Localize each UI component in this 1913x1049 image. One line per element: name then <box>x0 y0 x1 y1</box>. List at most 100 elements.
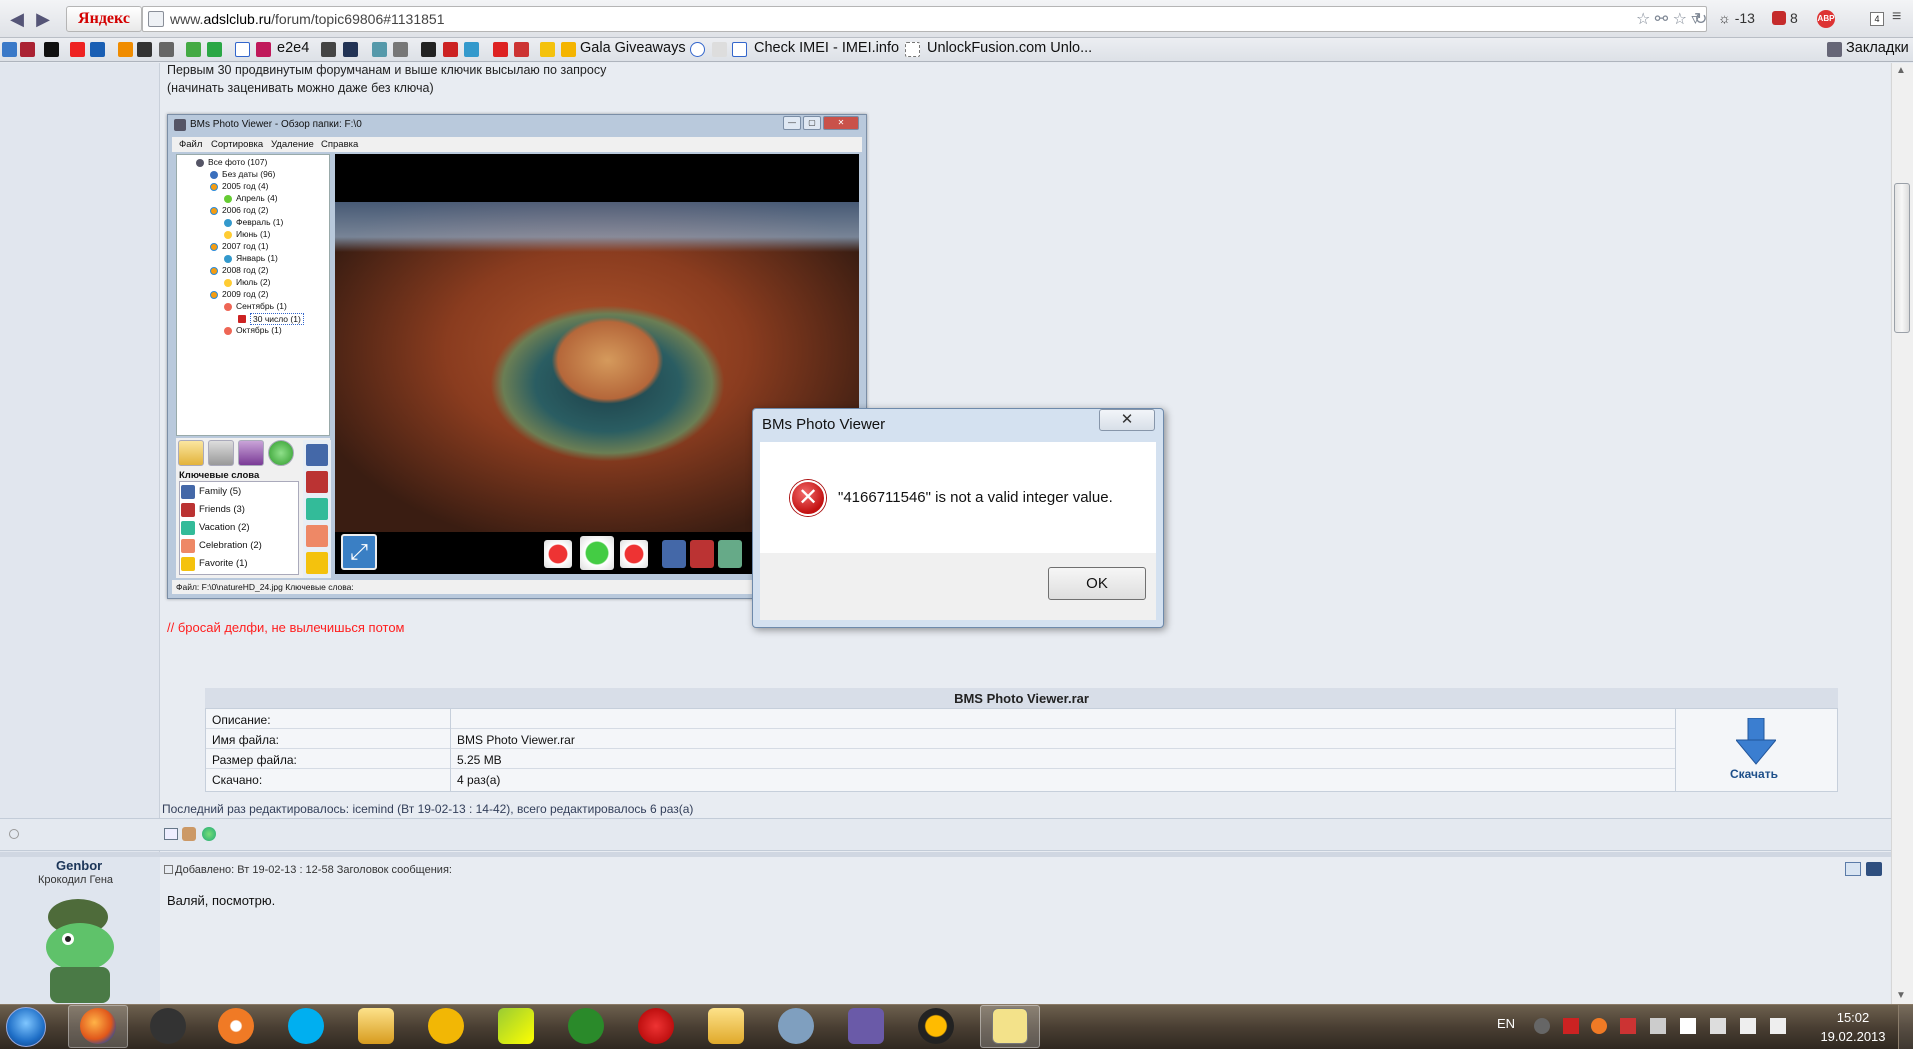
bookmark-ship-icon[interactable] <box>343 42 358 57</box>
network-icon[interactable] <box>1740 1018 1756 1034</box>
notification-icon[interactable] <box>1710 1018 1726 1034</box>
ufo-app-icon[interactable] <box>778 1008 814 1044</box>
bookmark-dark-icon[interactable] <box>44 42 59 57</box>
reload-icon[interactable]: ↻ <box>1694 9 1707 29</box>
post-icon <box>164 865 173 874</box>
bookmark-m-icon[interactable] <box>90 42 105 57</box>
volume-icon[interactable] <box>1770 1018 1786 1034</box>
bookmark-w-icon[interactable] <box>443 42 458 57</box>
bookmark-dx-icon[interactable] <box>464 42 479 57</box>
bookmark-blogger-icon[interactable] <box>118 42 133 57</box>
app-icon <box>174 119 186 131</box>
bookmark-youtube-icon[interactable] <box>70 42 85 57</box>
show-desktop-button[interactable] <box>1898 1005 1913 1049</box>
bookmark-lion-icon[interactable] <box>20 42 35 57</box>
friends-icon <box>181 503 195 517</box>
bookmark-g-icon[interactable] <box>137 42 152 57</box>
bookmark-nine-icon[interactable] <box>690 42 705 57</box>
forward-icon[interactable]: ▶ <box>32 8 54 30</box>
scroll-down-icon[interactable]: ▼ <box>1896 990 1906 1001</box>
bookmarks-folder-icon[interactable] <box>1827 42 1842 57</box>
utorrent-icon[interactable] <box>568 1008 604 1044</box>
weather-widget[interactable]: ☼ -13 <box>1718 10 1755 26</box>
pm-icon[interactable] <box>182 827 196 841</box>
bookmark-tag-icon[interactable] <box>159 42 174 57</box>
bookmark-e-icon[interactable] <box>256 42 271 57</box>
edit-icon[interactable] <box>1866 862 1882 876</box>
ccleaner-tray-icon[interactable] <box>1620 1018 1636 1034</box>
download-arrow-icon[interactable] <box>1736 718 1776 766</box>
tab-count-badge[interactable]: 4 <box>1870 12 1884 26</box>
url-path: /forum/topic69806#1131851 <box>271 11 445 27</box>
menu-icon[interactable]: ≡ <box>1892 8 1901 26</box>
miranda-icon[interactable] <box>498 1008 534 1044</box>
bookmark-settings-icon[interactable] <box>2 42 17 57</box>
flag-icon[interactable] <box>1680 1018 1696 1034</box>
keyword-item: Favorite (1) <box>199 558 248 569</box>
bookmark-imei-icon[interactable] <box>732 42 747 57</box>
bookmark-unlockfusion[interactable]: UnlockFusion.com Unlo... <box>927 40 1092 56</box>
bookmark-rose-icon[interactable] <box>514 42 529 57</box>
qip-icon[interactable] <box>428 1008 464 1044</box>
mail-widget[interactable]: 8 <box>1772 10 1798 26</box>
bookmark-unlock-icon[interactable] <box>905 42 920 57</box>
adblock-icon[interactable]: ABP <box>1817 10 1835 28</box>
site-identity-icon[interactable] <box>148 11 164 27</box>
bms-photo-viewer-icon[interactable] <box>992 1008 1028 1044</box>
bookmarks-folder[interactable]: Закладки <box>1846 40 1909 56</box>
quote-icon[interactable] <box>1845 862 1861 876</box>
bookmark-gala-star-icon[interactable] <box>561 42 576 57</box>
ccleaner-icon[interactable] <box>638 1008 674 1044</box>
bookmark-dns-icon[interactable] <box>235 42 250 57</box>
kaspersky-tray-icon[interactable] <box>1563 1018 1579 1034</box>
bookmark-globe-icon[interactable] <box>372 42 387 57</box>
origin-tray-icon[interactable] <box>1591 1018 1607 1034</box>
bookmark-circle-icon[interactable] <box>393 42 408 57</box>
system-clock[interactable]: 15:02 19.02.2013 <box>1818 1008 1888 1046</box>
visual-studio-icon[interactable] <box>848 1008 884 1044</box>
error-icon-glyph: ✕ <box>797 484 819 511</box>
post-body: Валяй, посмотрю. <box>167 893 276 908</box>
skype-icon[interactable] <box>288 1008 324 1044</box>
speaker-muted-icon[interactable] <box>1650 1018 1666 1034</box>
scrollbar-thumb[interactable] <box>1894 183 1910 333</box>
aimp-icon[interactable] <box>918 1008 954 1044</box>
scroll-up-icon[interactable]: ▲ <box>1896 65 1906 76</box>
yandex-search-button[interactable]: Яндекс <box>66 6 142 32</box>
maximize-icon: ▢ <box>803 116 821 130</box>
start-button[interactable] <box>2 1005 48 1049</box>
post-text-line1: Первым 30 продвинутым форумчанам и выше … <box>167 63 607 77</box>
steam-icon[interactable] <box>150 1008 186 1044</box>
back-icon[interactable]: ◀ <box>6 8 28 30</box>
www-icon[interactable] <box>202 827 216 841</box>
family-large-icon <box>306 444 328 466</box>
download-link[interactable]: Скачать <box>1730 767 1778 781</box>
language-indicator[interactable]: EN <box>1497 1016 1515 1031</box>
post-author-name[interactable]: Genbor <box>56 858 102 873</box>
bookmark-square-icon[interactable] <box>207 42 222 57</box>
firefox-icon[interactable] <box>80 1008 116 1044</box>
dialog-close-button[interactable]: ✕ <box>1099 409 1155 431</box>
bookmark-bolt-icon[interactable] <box>712 42 727 57</box>
bookmark-check-imei[interactable]: Check IMEI - IMEI.info <box>754 40 899 56</box>
tree-item: Апрель (4) <box>236 193 278 203</box>
bookmark-star-icon[interactable] <box>540 42 555 57</box>
bookmark-gala-giveaways[interactable]: Gala Giveaways <box>580 40 686 56</box>
bookmark-bag-icon[interactable] <box>421 42 436 57</box>
ok-button[interactable]: OK <box>1048 567 1146 600</box>
yandex-logo-text: Яндекс <box>78 10 130 27</box>
bookmark-e2e4[interactable]: e2e4 <box>277 40 309 56</box>
bookmark-tool-icon[interactable] <box>321 42 336 57</box>
bookmark-star-icon[interactable]: ☆ ⚯ ☆ ▿ <box>1636 9 1699 29</box>
origin-icon[interactable] <box>218 1008 254 1044</box>
bookmark-n-icon[interactable] <box>493 42 508 57</box>
explorer-icon[interactable] <box>708 1008 744 1044</box>
address-text[interactable]: www.adslclub.ru/forum/topic69806#1131851 <box>170 11 444 27</box>
profile-icon[interactable] <box>164 828 178 840</box>
steam-tray-icon[interactable] <box>1534 1018 1550 1034</box>
post-actions-row <box>0 819 1891 851</box>
downloads-folder-icon[interactable] <box>358 1008 394 1044</box>
tree-item: Январь (1) <box>236 253 278 263</box>
keyword-item: Vacation (2) <box>199 522 250 533</box>
bookmark-green-icon[interactable] <box>186 42 201 57</box>
